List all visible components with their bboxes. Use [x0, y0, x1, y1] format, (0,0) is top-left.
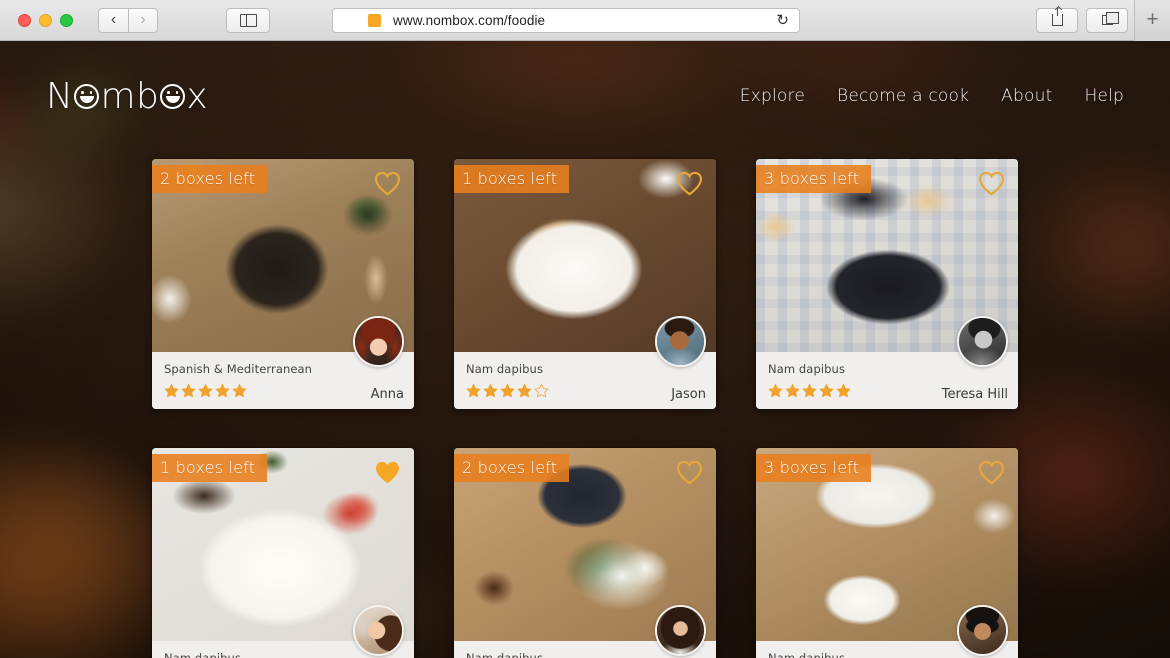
author-avatar[interactable] [957, 605, 1008, 656]
heart-outline-icon[interactable] [676, 460, 703, 485]
new-tab-button[interactable]: + [1134, 0, 1170, 41]
heart-outline-icon[interactable] [978, 171, 1005, 196]
star-filled-icon[interactable] [181, 383, 196, 398]
maximize-window-button[interactable] [60, 13, 73, 27]
forward-button[interactable]: › [128, 7, 158, 33]
avatar-image [657, 607, 704, 654]
author-avatar[interactable] [655, 316, 706, 367]
toolbar-right-buttons [1036, 7, 1128, 33]
food-card[interactable]: 2 boxes left Nam dapibus Emily Coleman [454, 448, 716, 658]
star-filled-icon[interactable] [232, 383, 247, 398]
food-card[interactable]: 3 boxes left Nam dapibus Teresa Hill [756, 159, 1018, 409]
author-avatar[interactable] [655, 605, 706, 656]
logo-text-x: x [186, 75, 209, 117]
navigation-buttons: ‹ › [98, 7, 158, 33]
star-filled-icon[interactable] [483, 383, 498, 398]
star-filled-icon[interactable] [198, 383, 213, 398]
star-filled-icon[interactable] [517, 383, 532, 398]
logo-text-mb: mb [100, 75, 160, 117]
nav-link-explore[interactable]: Explore [740, 86, 805, 106]
show-tabs-button[interactable] [1086, 7, 1128, 33]
author-name: Anna [370, 387, 404, 402]
food-cards-grid: 2 boxes left Spanish & Mediterranean Ann… [152, 159, 1018, 658]
heart-filled-icon[interactable] [374, 460, 401, 485]
avatar-image [355, 607, 402, 654]
boxes-left-badge: 2 boxes left [454, 454, 570, 482]
sidebar-icon [239, 13, 257, 27]
boxes-left-badge: 1 boxes left [152, 454, 268, 482]
star-filled-icon[interactable] [500, 383, 515, 398]
avatar-image [959, 607, 1006, 654]
star-filled-icon[interactable] [164, 383, 179, 398]
back-button[interactable]: ‹ [98, 7, 128, 33]
main-navigation: Explore Become a cook About Help [740, 86, 1124, 106]
boxes-left-badge: 3 boxes left [756, 454, 872, 482]
share-button[interactable] [1036, 7, 1078, 33]
site-logo[interactable]: Nmb x [46, 76, 208, 117]
star-filled-icon[interactable] [802, 383, 817, 398]
heart-outline-icon[interactable] [676, 171, 703, 196]
star-filled-icon[interactable] [785, 383, 800, 398]
url-text: www.nombox.com/foodie [393, 12, 546, 28]
avatar-image [355, 318, 402, 365]
star-filled-icon[interactable] [215, 383, 230, 398]
smiley-face-icon-1 [74, 83, 100, 109]
food-card[interactable]: 2 boxes left Spanish & Mediterranean Ann… [152, 159, 414, 409]
boxes-left-badge: 3 boxes left [756, 165, 872, 193]
webpage-viewport: Nmb x Explore Become a cook About Help 2 … [0, 41, 1170, 658]
author-name: Teresa Hill [941, 387, 1008, 402]
heart-outline-icon[interactable] [374, 171, 401, 196]
star-empty-icon[interactable] [534, 383, 549, 398]
nav-link-help[interactable]: Help [1084, 86, 1124, 106]
tabs-icon [1101, 12, 1119, 25]
avatar-image [657, 318, 704, 365]
author-name: Jason [671, 387, 706, 402]
nav-link-become-a-cook[interactable]: Become a cook [837, 86, 969, 106]
minimize-window-button[interactable] [39, 13, 52, 27]
star-filled-icon[interactable] [768, 383, 783, 398]
author-avatar[interactable] [353, 316, 404, 367]
address-bar[interactable]: www.nombox.com/foodie ↻ [332, 7, 800, 33]
food-card[interactable]: 1 boxes left Nam dapibus Jason [454, 159, 716, 409]
food-card[interactable]: 1 boxes left Nam dapibus Sandra Walker [152, 448, 414, 658]
star-filled-icon[interactable] [819, 383, 834, 398]
reload-icon[interactable]: ↻ [776, 11, 789, 29]
boxes-left-badge: 2 boxes left [152, 165, 268, 193]
rating-stars [164, 383, 402, 398]
author-avatar[interactable] [957, 316, 1008, 367]
rating-stars [466, 383, 704, 398]
avatar-image [959, 318, 1006, 365]
plus-icon: + [1146, 8, 1159, 31]
chevron-right-icon: › [140, 11, 146, 28]
star-filled-icon[interactable] [836, 383, 851, 398]
author-avatar[interactable] [353, 605, 404, 656]
nav-link-about[interactable]: About [1001, 86, 1052, 106]
smiley-face-icon-2 [160, 83, 186, 109]
boxes-left-badge: 1 boxes left [454, 165, 570, 193]
close-window-button[interactable] [18, 13, 31, 27]
logo-text-n: N [46, 75, 74, 117]
favicon-icon [368, 13, 381, 27]
window-controls [18, 13, 73, 27]
heart-outline-icon[interactable] [978, 460, 1005, 485]
browser-toolbar: ‹ › www.nombox.com/foodie ↻ + [0, 0, 1170, 41]
sidebar-toggle-button[interactable] [226, 7, 270, 33]
share-icon [1051, 8, 1063, 26]
food-card[interactable]: 3 boxes left Nam dapibus Stephen [756, 448, 1018, 658]
star-filled-icon[interactable] [466, 383, 481, 398]
site-header: Nmb x Explore Become a cook About Help [0, 41, 1170, 151]
chevron-left-icon: ‹ [110, 11, 117, 28]
